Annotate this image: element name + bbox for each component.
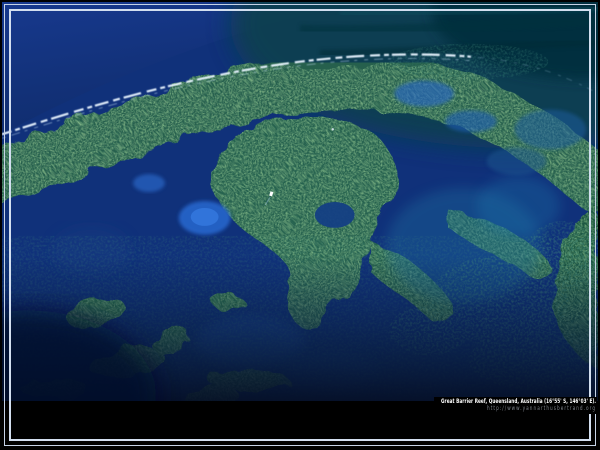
caption-url: http://www.yannarthusbertrand.org [441,405,596,412]
boat-speck [332,128,334,130]
reef-photo-illustration [2,2,598,401]
desktop-wallpaper: Great Barrier Reef, Queensland, Australi… [0,0,600,450]
photo-caption: Great Barrier Reef, Queensland, Australi… [434,397,597,414]
aerial-photo [2,2,598,401]
caption-title: Great Barrier Reef, Queensland, Australi… [441,398,596,405]
